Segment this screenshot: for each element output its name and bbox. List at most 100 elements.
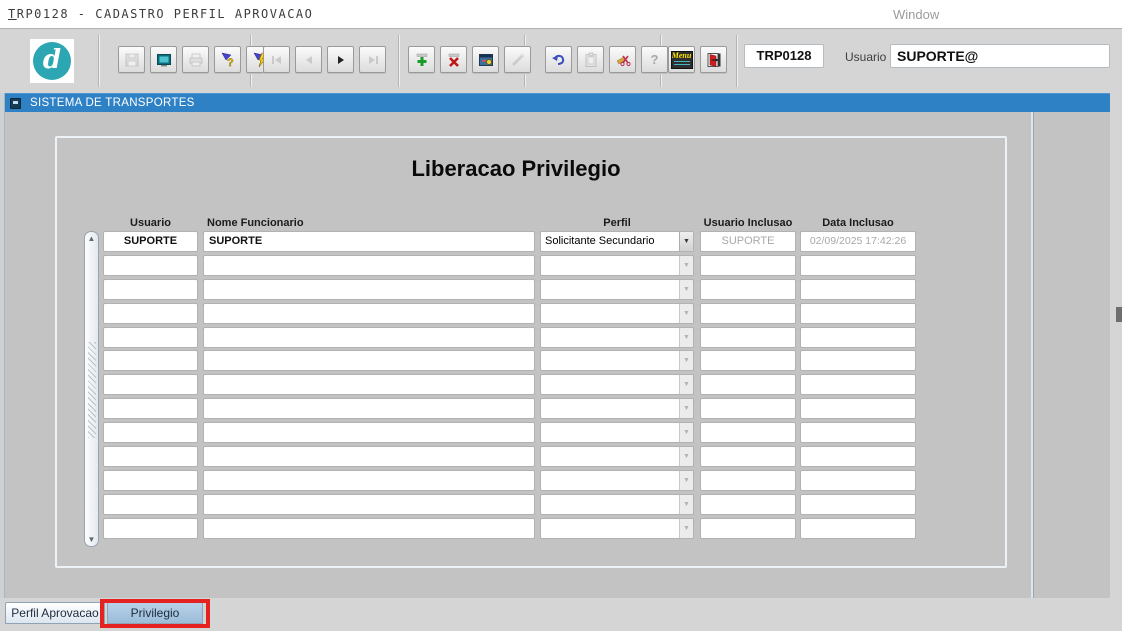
- data-inclusao-cell: [800, 422, 916, 444]
- nome-funcionario-cell[interactable]: [203, 278, 535, 300]
- chevron-down-icon[interactable]: ▼: [679, 423, 693, 443]
- chevron-down-icon[interactable]: ▼: [679, 303, 693, 323]
- usuario-cell[interactable]: [103, 326, 198, 348]
- svg-text:?: ?: [227, 57, 234, 68]
- toolbar-group-file: ?: [118, 46, 273, 73]
- usuario-cell[interactable]: [103, 469, 198, 491]
- chevron-down-icon[interactable]: ▼: [679, 375, 693, 395]
- perfil-value: [541, 423, 679, 442]
- undo-button[interactable]: [545, 46, 572, 73]
- perfil-select[interactable]: ▼: [540, 326, 694, 348]
- perfil-select[interactable]: ▼: [540, 254, 694, 276]
- chevron-down-icon[interactable]: ▼: [679, 399, 693, 419]
- nome-funcionario-cell[interactable]: [203, 517, 535, 539]
- table-row: ▼: [103, 469, 916, 491]
- perfil-select[interactable]: ▼: [540, 422, 694, 444]
- window-menu[interactable]: Window: [893, 7, 939, 22]
- usuario-cell[interactable]: [103, 374, 198, 396]
- usuario-cell[interactable]: [103, 302, 198, 324]
- menu-button[interactable]: Menu: [668, 46, 695, 73]
- first-record-button[interactable]: [263, 46, 290, 73]
- menu-icon: Menu: [670, 50, 693, 69]
- nome-funcionario-cell[interactable]: [203, 302, 535, 324]
- perfil-select[interactable]: ▼: [540, 469, 694, 491]
- scrollbar-up-arrow-icon[interactable]: ▲: [85, 234, 98, 243]
- usuario-cell[interactable]: [103, 278, 198, 300]
- grid-header-row: Usuario Nome Funcionario Perfil Usuario …: [103, 217, 916, 229]
- nome-funcionario-cell[interactable]: [203, 493, 535, 515]
- column-header-data-inclusao: Data Inclusao: [822, 217, 894, 229]
- window-title: TRP0128 - CADASTRO PERFIL APROVACAO: [8, 7, 314, 21]
- perfil-select[interactable]: Solicitante Secundario ▼: [540, 231, 694, 252]
- enter-query-button[interactable]: ?: [214, 46, 241, 73]
- perfil-select[interactable]: ▼: [540, 517, 694, 539]
- grid-scrollbar[interactable]: ▲ ▼: [84, 231, 99, 547]
- usuario-cell[interactable]: [103, 254, 198, 276]
- tab-perfil-aprovacao[interactable]: Perfil Aprovacao: [5, 602, 105, 624]
- last-record-button[interactable]: [359, 46, 386, 73]
- chevron-down-icon[interactable]: ▼: [679, 518, 693, 538]
- usuario-inclusao-cell: [700, 350, 796, 372]
- perfil-select[interactable]: ▼: [540, 350, 694, 372]
- exit-button[interactable]: [700, 46, 727, 73]
- exit-door-icon: [706, 52, 722, 68]
- perfil-select[interactable]: ▼: [540, 493, 694, 515]
- undo-icon: [551, 52, 567, 68]
- previous-record-button[interactable]: [295, 46, 322, 73]
- chevron-down-icon[interactable]: ▼: [679, 279, 693, 299]
- screen-button[interactable]: [150, 46, 177, 73]
- chevron-down-icon[interactable]: ▼: [679, 255, 693, 275]
- nome-funcionario-cell[interactable]: [203, 374, 535, 396]
- monitor-icon: [156, 52, 172, 68]
- chevron-down-icon[interactable]: ▼: [679, 351, 693, 371]
- nome-funcionario-cell[interactable]: SUPORTE: [203, 231, 535, 252]
- clear-record-button[interactable]: [504, 46, 531, 73]
- usuario-cell[interactable]: [103, 446, 198, 468]
- usuario-cell[interactable]: [103, 350, 198, 372]
- usuario-cell[interactable]: [103, 422, 198, 444]
- next-record-button[interactable]: [327, 46, 354, 73]
- perfil-select[interactable]: ▼: [540, 446, 694, 468]
- nome-funcionario-cell[interactable]: [203, 254, 535, 276]
- usuario-inclusao-cell: [700, 398, 796, 420]
- program-code-field[interactable]: TRP0128: [744, 44, 824, 68]
- usuario-inclusao-cell: [700, 254, 796, 276]
- nome-funcionario-cell[interactable]: [203, 398, 535, 420]
- paste-button[interactable]: [577, 46, 604, 73]
- perfil-select[interactable]: ▼: [540, 302, 694, 324]
- chevron-down-icon[interactable]: ▼: [679, 232, 693, 251]
- tab-privilegio[interactable]: Privilegio: [107, 602, 203, 624]
- nome-funcionario-cell[interactable]: [203, 469, 535, 491]
- save-button[interactable]: [118, 46, 145, 73]
- perfil-select[interactable]: ▼: [540, 278, 694, 300]
- scrollbar-grip[interactable]: [88, 342, 96, 438]
- table-row: ▼: [103, 326, 916, 348]
- chevron-down-icon[interactable]: ▼: [679, 447, 693, 467]
- nome-funcionario-cell[interactable]: [203, 326, 535, 348]
- toolbar-separator: [736, 35, 738, 87]
- usuario-cell[interactable]: SUPORTE: [103, 231, 198, 252]
- perfil-select[interactable]: ▼: [540, 374, 694, 396]
- usuario-cell[interactable]: [103, 493, 198, 515]
- insert-record-button[interactable]: [408, 46, 435, 73]
- usuario-cell[interactable]: [103, 517, 198, 539]
- cut-button[interactable]: [609, 46, 636, 73]
- nome-funcionario-cell[interactable]: [203, 422, 535, 444]
- table-row: ▼: [103, 422, 916, 444]
- chevron-down-icon[interactable]: ▼: [679, 327, 693, 347]
- perfil-value: [541, 447, 679, 466]
- user-field[interactable]: SUPORTE@: [890, 44, 1110, 68]
- help-button[interactable]: ?: [641, 46, 668, 73]
- scrollbar-down-arrow-icon[interactable]: ▼: [85, 535, 98, 544]
- perfil-value: [541, 280, 679, 299]
- data-inclusao-cell: [800, 278, 916, 300]
- perfil-select[interactable]: ▼: [540, 398, 694, 420]
- usuario-cell[interactable]: [103, 398, 198, 420]
- delete-record-button[interactable]: [440, 46, 467, 73]
- print-button[interactable]: [182, 46, 209, 73]
- chevron-down-icon[interactable]: ▼: [679, 470, 693, 490]
- nome-funcionario-cell[interactable]: [203, 446, 535, 468]
- chevron-down-icon[interactable]: ▼: [679, 494, 693, 514]
- edit-record-button[interactable]: [472, 46, 499, 73]
- nome-funcionario-cell[interactable]: [203, 350, 535, 372]
